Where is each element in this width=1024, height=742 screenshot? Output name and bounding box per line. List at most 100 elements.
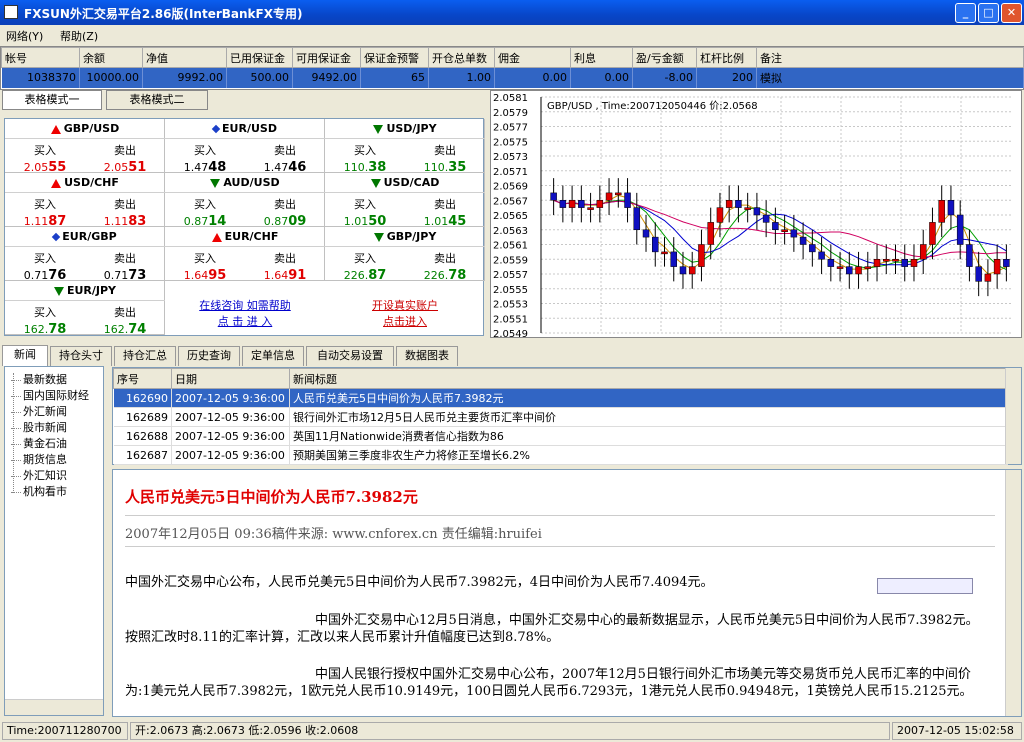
account-header[interactable]: 佣金 (494, 47, 571, 68)
quote-cell[interactable]: EUR/CHF 买入 1.6495 卖出 1.6491 (165, 227, 325, 283)
quote-sell[interactable]: 卖出 1.4746 (245, 139, 325, 175)
quote-buy[interactable]: 买入 162.78 (5, 301, 85, 337)
quote-sell[interactable]: 卖出 1.1183 (85, 193, 165, 229)
tree-item[interactable]: 外汇新闻 (11, 403, 67, 419)
news-row[interactable]: 162690 2007-12-05 9:36:00 人民币兑美元5日中间价为人民币7… (113, 388, 1008, 408)
account-cell[interactable]: 模拟 (756, 67, 1024, 88)
news-header[interactable]: 新闻标题 (289, 368, 1008, 389)
account-header[interactable]: 杠杆比例 (696, 47, 757, 68)
quote-sell[interactable]: 卖出 1.6491 (245, 247, 325, 283)
account-cell[interactable]: 500.00 (226, 67, 293, 88)
quote-cell[interactable]: EUR/JPY 买入 162.78 卖出 162.74 (5, 281, 165, 337)
news-cell: 162687 (113, 445, 172, 465)
quote-buy[interactable]: 买入 110.38 (325, 139, 405, 175)
quote-cell[interactable]: USD/CHF 买入 1.1187 卖出 1.1183 (5, 173, 165, 229)
tree-item[interactable]: 黄金石油 (11, 435, 67, 451)
tab-quote-mode-2[interactable]: 表格模式二 (106, 90, 208, 110)
quote-sell[interactable]: 卖出 226.78 (405, 247, 485, 283)
quote-buy[interactable]: 买入 1.0150 (325, 193, 405, 229)
quote-buy[interactable]: 买入 226.87 (325, 247, 405, 283)
quote-sell[interactable]: 卖出 110.35 (405, 139, 485, 175)
quote-cell[interactable]: GBP/JPY 买入 226.87 卖出 226.78 (325, 227, 485, 283)
account-cell[interactable]: 9492.00 (292, 67, 361, 88)
quote-sell[interactable]: 卖出 0.8709 (245, 193, 325, 229)
account-cell[interactable]: 65 (360, 67, 429, 88)
quote-pair-name: USD/CAD (383, 176, 440, 189)
tree-item[interactable]: 机构看市 (11, 483, 67, 499)
tree-item[interactable]: 最新数据 (11, 371, 67, 387)
quote-buy[interactable]: 买入 1.4748 (165, 139, 245, 175)
quote-buy[interactable]: 买入 1.6495 (165, 247, 245, 283)
quote-sell[interactable]: 卖出 0.7173 (85, 247, 165, 283)
account-cell[interactable]: 0.00 (570, 67, 633, 88)
quote-cell[interactable]: USD/CAD 买入 1.0150 卖出 1.0145 (325, 173, 485, 229)
tree-item[interactable]: 期货信息 (11, 451, 67, 467)
account-cell[interactable]: -8.00 (632, 67, 697, 88)
account-header[interactable]: 保证金预警 (360, 47, 429, 68)
quote-buy[interactable]: 买入 0.8714 (165, 193, 245, 229)
account-header[interactable]: 已用保证金 (226, 47, 293, 68)
tab-bottom-6[interactable]: 数据图表 (396, 346, 458, 366)
open-account-link[interactable]: 开设真实账户 点击进入 (325, 297, 485, 329)
quote-sell[interactable]: 卖出 1.0145 (405, 193, 485, 229)
account-header[interactable]: 备注 (756, 47, 1024, 68)
account-cell[interactable]: 1038370 (1, 67, 80, 88)
candle (698, 244, 705, 267)
candle (596, 200, 604, 208)
tab-bottom-4[interactable]: 定单信息 (242, 346, 304, 366)
text-tools-widget[interactable] (877, 578, 973, 594)
news-row[interactable]: 162687 2007-12-05 9:36:00 预期美国第三季度非农生产力将修正… (113, 445, 1008, 465)
news-row[interactable]: 162689 2007-12-05 9:36:00 银行间外汇市场12月5日人民币兑… (113, 407, 1008, 427)
quote-cell[interactable]: EUR/GBP 买入 0.7176 卖出 0.7173 (5, 227, 165, 283)
quote-cell[interactable]: USD/JPY 买入 110.38 卖出 110.35 (325, 119, 485, 175)
account-header[interactable]: 帐号 (1, 47, 80, 68)
news-row[interactable]: 162688 2007-12-05 9:36:00 英国11月Nationwide消… (113, 426, 1008, 446)
window-title: FXSUN外汇交易平台2.86版(InterBankFX专用) (24, 7, 303, 21)
account-header[interactable]: 盈/亏金额 (632, 47, 697, 68)
tab-quote-mode-1[interactable]: 表格模式一 (2, 90, 102, 110)
quote-sell[interactable]: 卖出 162.74 (85, 301, 165, 337)
quote-pair: EUR/JPY (5, 281, 165, 301)
account-cell[interactable]: 9992.00 (142, 67, 227, 88)
menu-help[interactable]: 帮助(Z) (60, 28, 98, 44)
account-header[interactable]: 开仓总单数 (428, 47, 495, 68)
tab-bottom-3[interactable]: 历史查询 (178, 346, 240, 366)
menu-network[interactable]: 网络(Y) (6, 28, 43, 44)
news-header[interactable]: 日期 (171, 368, 290, 389)
tree-item[interactable]: 国内国际财经 (11, 387, 89, 403)
quote-cell[interactable]: AUD/USD 买入 0.8714 卖出 0.8709 (165, 173, 325, 229)
quote-cell[interactable]: GBP/USD 买入 2.0555 卖出 2.0551 (5, 119, 165, 175)
close-button[interactable]: ✕ (1001, 3, 1022, 23)
account-header[interactable]: 可用保证金 (292, 47, 361, 68)
account-header[interactable]: 利息 (570, 47, 633, 68)
online-help-link[interactable]: 在线咨询 如需帮助点 击 进 入 (165, 297, 325, 329)
tree-item[interactable]: 股市新闻 (11, 419, 67, 435)
tab-bottom-2[interactable]: 持仓汇总 (114, 346, 176, 366)
quote-buy-label: 买入 (354, 198, 376, 211)
news-list-scrollbar[interactable] (1005, 368, 1021, 464)
tab-bottom-1[interactable]: 持仓头寸 (50, 346, 112, 366)
account-header[interactable]: 净值 (142, 47, 227, 68)
account-cell[interactable]: 200 (696, 67, 757, 88)
account-cell[interactable]: 1.00 (428, 67, 495, 88)
maximize-button[interactable]: □ (978, 3, 999, 23)
tab-bottom-0[interactable]: 新闻 (2, 345, 48, 366)
candle (910, 259, 918, 267)
quote-buy[interactable]: 买入 0.7176 (5, 247, 85, 283)
price-chart[interactable]: 2.0581 2.0579 2.0577 2.0575 2.0573 2.0571 2.05… (490, 90, 1022, 338)
news-header[interactable]: 序号 (113, 368, 172, 389)
account-cell[interactable]: 0.00 (494, 67, 571, 88)
tab-bottom-5[interactable]: 自动交易设置 (306, 346, 394, 366)
quote-pair: USD/CHF (5, 173, 165, 193)
quote-buy[interactable]: 买入 2.0555 (5, 139, 85, 175)
quote-sell[interactable]: 卖出 2.0551 (85, 139, 165, 175)
account-cell[interactable]: 10000.00 (79, 67, 143, 88)
online-help-line2: 点 击 进 入 (217, 315, 273, 328)
account-header[interactable]: 余额 (79, 47, 143, 68)
tree-item[interactable]: 外汇知识 (11, 467, 67, 483)
quote-cell[interactable]: EUR/USD 买入 1.4748 卖出 1.4746 (165, 119, 325, 175)
minimize-button[interactable]: _ (955, 3, 976, 23)
tree-horizontal-scrollbar[interactable] (5, 699, 103, 715)
article-scrollbar[interactable] (1005, 470, 1021, 716)
quote-buy[interactable]: 买入 1.1187 (5, 193, 85, 229)
